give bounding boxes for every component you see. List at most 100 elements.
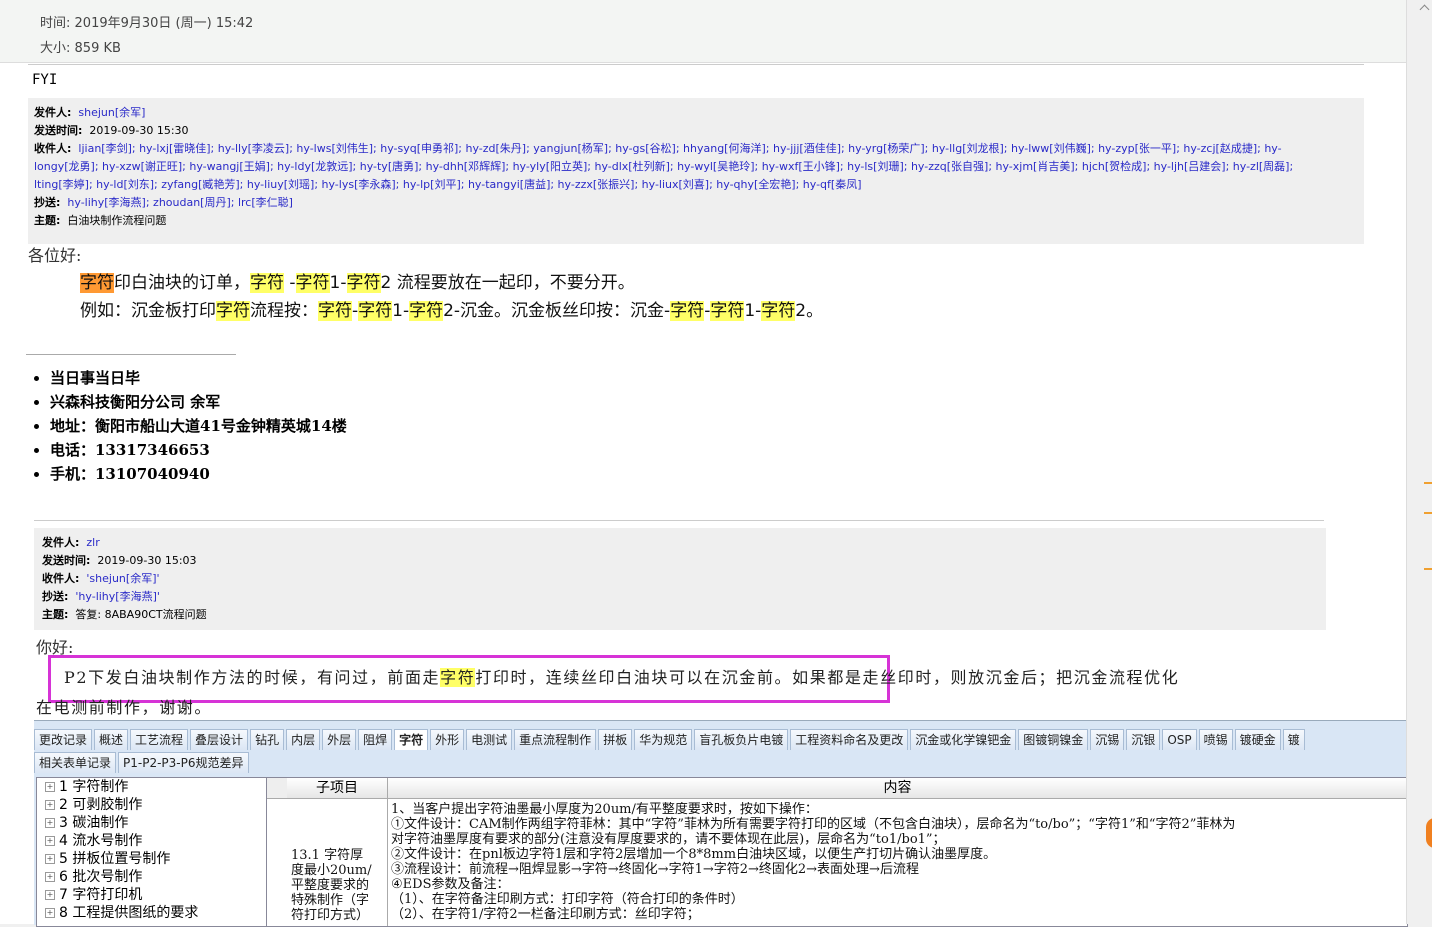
tab-item[interactable]: 钻孔: [250, 729, 285, 750]
subtab-item[interactable]: 相关表单记录: [34, 752, 117, 773]
expand-icon[interactable]: +: [45, 854, 55, 864]
to-recipients-cont2[interactable]: lting[李婷]; hy-ld[刘东]; zyfang[臧艳芳]; hy-li…: [34, 176, 1364, 194]
tab-item[interactable]: 拼板: [598, 729, 633, 750]
body-text: P2下发白油块制作方法的时候，有问过，前面走: [64, 668, 441, 687]
tree-node-label: 8 工程提供图纸的要求: [59, 905, 199, 921]
subitem-text: 特殊制作（字: [291, 893, 370, 908]
signature-line: 地址：衡阳市船山大道41号金钟精英城14楼: [50, 414, 347, 438]
subitem-text: 13.1 字符厚: [291, 848, 364, 863]
tab-item[interactable]: 工艺流程: [130, 729, 189, 750]
sent-label: 发送时间:: [34, 124, 83, 137]
tree-node-label: 5 拼板位置号制作: [59, 851, 171, 867]
divider: [28, 64, 1364, 65]
greeting: 各位好:: [28, 246, 82, 265]
subject-label: 主题:: [42, 608, 69, 621]
tab-item[interactable]: 镀: [1282, 729, 1305, 750]
subtab-item[interactable]: P1-P2-P3-P6规范差异: [118, 752, 249, 773]
signature-line: 手机：13107040940: [50, 462, 347, 486]
content-grid: 子项目 内容 13.1 字符厚 度最小20um/ 平整度要求的 特殊制作（字 符…: [266, 777, 1408, 927]
tab-item[interactable]: 沉金或化学镍钯金: [910, 729, 1017, 750]
sent-value: 2019-09-30 15:30: [89, 124, 189, 137]
tab-item[interactable]: 叠层设计: [190, 729, 249, 750]
tab-item[interactable]: 字符: [394, 729, 429, 750]
tab-item[interactable]: 工程资料命名及更改: [790, 729, 909, 750]
highlight-term: 字符: [761, 301, 796, 321]
tab-item[interactable]: 重点流程制作: [514, 729, 597, 750]
tab-item[interactable]: 华为规范: [634, 729, 693, 750]
expand-icon[interactable]: +: [45, 836, 55, 846]
divider: [34, 520, 1324, 521]
tree-node[interactable]: +3 碳油制作: [37, 814, 291, 832]
vertical-scrollbar[interactable]: [1406, 0, 1432, 924]
to-recipients[interactable]: ljian[李剑]; hy-lxj[雷晓佳]; hy-lly[李凌云]; hy-…: [78, 142, 1281, 155]
content-line: （2）、在字符1/字符2一栏备注印刷方式：丝印字符；: [391, 907, 700, 922]
floating-assistant-icon[interactable]: [1426, 818, 1432, 848]
expand-icon[interactable]: +: [45, 782, 55, 792]
spec-viewer-panel: 更改记录 概述 工艺流程 叠层设计 钻孔 内层 外层 阻焊 字符 外形 电测试 重点流程制作 拼板 华为规…: [34, 720, 1408, 927]
expand-icon[interactable]: +: [45, 908, 55, 918]
to-recipients-cont[interactable]: longy[龙勇]; hy-xzw[谢正旺]; hy-wangj[王娟]; hy…: [34, 158, 1364, 176]
tab-item[interactable]: 外层: [322, 729, 357, 750]
cc-recipients[interactable]: 'hy-lihy[李海燕]': [75, 590, 159, 603]
tab-item[interactable]: 镀硬金: [1234, 729, 1281, 750]
content-line: ①文件设计：CAM制作两组字符菲林：其中“字符”菲林为所有需要字符打印的区域（不…: [391, 817, 1236, 832]
grid-corner: [267, 778, 288, 799]
tab-item[interactable]: 更改记录: [34, 729, 93, 750]
body-text: 2。: [795, 301, 824, 321]
highlight-term: 字符: [250, 273, 284, 293]
subitem-text: 平整度要求的: [291, 878, 370, 893]
highlight-term: 字符: [216, 301, 250, 321]
subitem-text: 度最小20um/: [291, 863, 372, 878]
tree-node[interactable]: +8 工程提供图纸的要求: [37, 904, 291, 922]
body-line-1: 字符印白油块的订单，字符 -字符1-字符2 流程要放在一起印，不要分开。: [80, 268, 635, 293]
column-header-subitem[interactable]: 子项目: [287, 778, 388, 799]
content-line: 1、当客户提出字符油墨最小厚度为20um/有平整度要求时，按如下操作：: [391, 802, 818, 817]
from-link[interactable]: zlr: [86, 536, 99, 549]
tab-item[interactable]: 电测试: [466, 729, 513, 750]
time-row: 时间: 2019年9月30日 (周一) 15:42: [40, 12, 253, 31]
highlight-term: 字符: [409, 301, 444, 321]
reply-text-line2: 在电测前制作，谢谢。: [36, 698, 213, 717]
tab-item[interactable]: 喷锡: [1198, 729, 1233, 750]
highlight-term: 字符: [80, 273, 114, 293]
tab-item[interactable]: 内层: [286, 729, 321, 750]
tab-item[interactable]: 阻焊: [358, 729, 393, 750]
tree-node[interactable]: +2 可剥胶制作: [37, 796, 291, 814]
column-header-content[interactable]: 内容: [388, 778, 1407, 799]
expand-icon[interactable]: +: [45, 800, 55, 810]
from-link[interactable]: shejun[余军]: [78, 106, 145, 119]
subject-value: 白油块制作流程问题: [67, 214, 167, 227]
highlight-term: 字符: [710, 301, 745, 321]
time-value: 2019年9月30日 (周一) 15:42: [74, 16, 254, 31]
body-text: 例如：沉金板打印: [80, 301, 216, 321]
tree-node[interactable]: +7 字符打印机: [37, 886, 291, 904]
highlight-term: 字符: [346, 273, 381, 293]
expand-icon[interactable]: +: [45, 890, 55, 900]
tree-node[interactable]: +1 字符制作: [37, 778, 291, 796]
body-text: 印白油块的订单，: [114, 273, 250, 293]
tree-node[interactable]: +6 批次号制作: [37, 868, 291, 886]
tab-item[interactable]: 概述: [94, 729, 129, 750]
expand-icon[interactable]: +: [45, 818, 55, 828]
cc-recipients[interactable]: hy-lihy[李海燕]; zhoudan[周丹]; lrc[李仁聪]: [67, 196, 293, 209]
size-label: 大小:: [40, 41, 71, 56]
tree-node-label: 4 流水号制作: [59, 833, 143, 849]
expand-icon[interactable]: +: [45, 872, 55, 882]
tab-item[interactable]: OSP: [1162, 729, 1197, 750]
content-line: （1）、在字符备注印刷方式：打印字符（符合打印的条件时）: [391, 892, 744, 907]
tree-node-label: 1 字符制作: [59, 779, 129, 795]
signature-divider: [26, 354, 236, 355]
tab-item[interactable]: 图镀铜镍金: [1018, 729, 1089, 750]
tab-item[interactable]: 盲孔板负片电镀: [694, 729, 789, 750]
tab-item[interactable]: 沉银: [1126, 729, 1161, 750]
tab-item[interactable]: 外形: [430, 729, 465, 750]
body-text: 流程按：: [250, 301, 318, 321]
content-cell: 1、当客户提出字符油墨最小厚度为20um/有平整度要求时，按如下操作： ①文件设…: [391, 802, 1405, 922]
email-meta-header: 时间: 2019年9月30日 (周一) 15:42 大小: 859 KB: [0, 0, 1406, 63]
tab-item[interactable]: 沉锡: [1090, 729, 1125, 750]
to-recipients[interactable]: 'shejun[余军]': [86, 572, 159, 585]
tree-node[interactable]: +4 流水号制作: [37, 832, 291, 850]
scroll-marker: [1424, 482, 1432, 484]
tree-node[interactable]: +5 拼板位置号制作: [37, 850, 291, 868]
scroll-marker: [1424, 512, 1432, 514]
